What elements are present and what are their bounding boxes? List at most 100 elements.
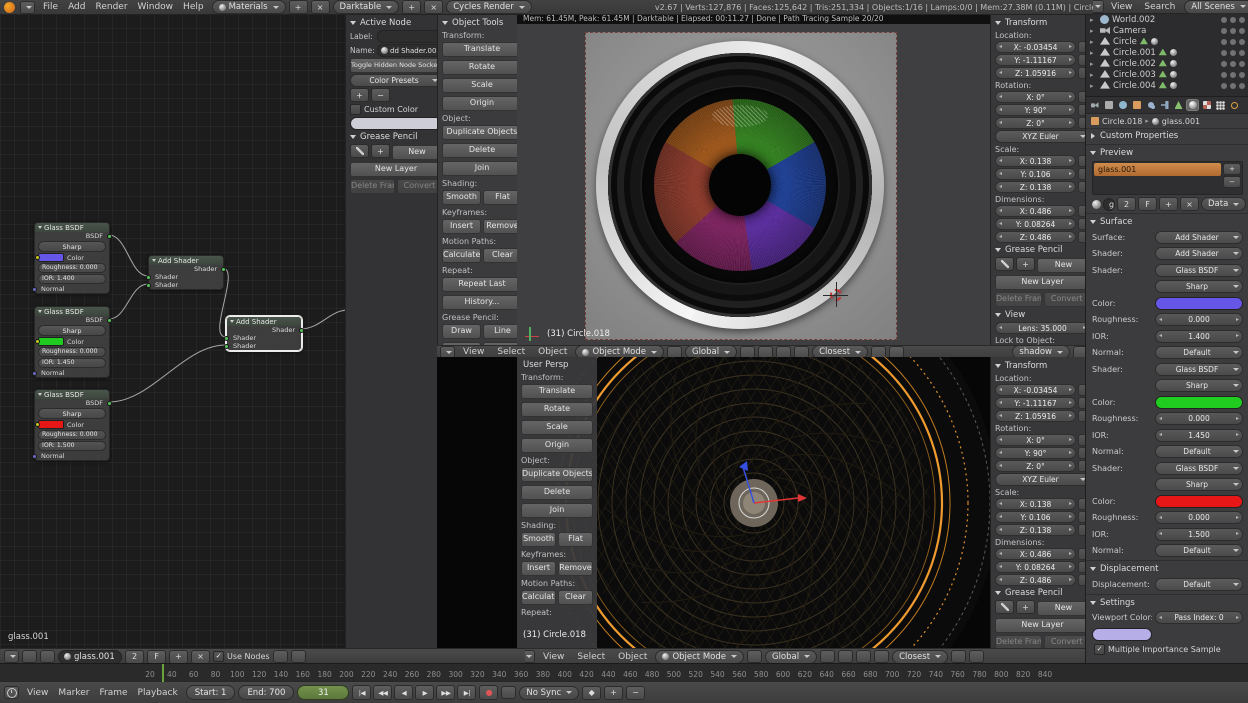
outliner-item-circle[interactable]: ▸Circle <box>1086 36 1248 47</box>
outliner-item-circle-004[interactable]: ▸Circle.004 <box>1086 80 1248 91</box>
transform-scale-z[interactable]: ◂Z: 0.138▸ <box>995 181 1076 193</box>
snap-target-dropdown[interactable]: Closest <box>892 650 948 664</box>
transform-dimensions-z[interactable]: ◂Z: 0.486▸ <box>995 231 1076 243</box>
timeline-ruler[interactable]: 2040608010012014016018020022024026028030… <box>0 663 1248 682</box>
selectability-toggle-icon[interactable] <box>1230 39 1236 45</box>
outliner-menu-view[interactable]: View <box>1106 2 1137 12</box>
transform-scale-x[interactable]: ◂X: 0.138▸ <box>995 155 1076 167</box>
timeline-menu-playback[interactable]: Playback <box>133 688 183 698</box>
node-editor-canvas[interactable]: Glass BSDFBSDFSharpColorRoughness: 0.000… <box>0 14 345 648</box>
pass-index-field[interactable]: ◂Pass Index: 0▸ <box>1155 611 1243 624</box>
timeline-menu-view[interactable]: View <box>22 688 53 698</box>
tool-insert[interactable]: Insert <box>521 561 556 576</box>
transform-scale-y[interactable]: ◂Y: 0.106▸ <box>995 168 1076 180</box>
opengl-render-anim-icon[interactable] <box>969 650 984 663</box>
active-node-panel-header[interactable]: Active Node <box>350 17 442 29</box>
color-swatch[interactable] <box>38 253 64 262</box>
prop-number-ior-18[interactable]: ◂1.500▸ <box>1155 528 1243 541</box>
tool-duplicate-objects[interactable]: Duplicate Objects <box>442 125 522 140</box>
visibility-toggle-icon[interactable] <box>1221 50 1227 56</box>
transform-dimensions-x[interactable]: ◂X: 0.486▸ <box>995 548 1076 560</box>
tool-calculate[interactable]: Calculate <box>442 248 481 263</box>
delete-keyframe-icon[interactable]: − <box>626 686 645 700</box>
toggle-hidden-sockets-button[interactable]: Toggle Hidden Node Sockets <box>350 58 442 73</box>
material-users-button[interactable]: 2 <box>1117 197 1136 211</box>
tool-flat[interactable]: Flat <box>558 532 593 547</box>
properties-tab-constraints[interactable] <box>1144 99 1157 111</box>
tool-remove[interactable]: Remove <box>558 561 593 576</box>
timeline-editor-icon[interactable] <box>4 686 19 699</box>
unlink-datablock-button[interactable]: × <box>191 650 210 664</box>
play-button[interactable]: ▶ <box>415 685 434 700</box>
output-socket[interactable] <box>107 401 112 406</box>
shader-input-socket[interactable] <box>146 283 151 288</box>
tool-scale[interactable]: Scale <box>521 420 593 435</box>
grease-add-button[interactable]: + <box>1016 257 1035 271</box>
output-socket[interactable] <box>299 328 304 333</box>
properties-tab-texture[interactable] <box>1200 99 1213 111</box>
prop-select-sharp-9[interactable]: Sharp <box>1155 379 1243 392</box>
tool-delete[interactable]: Delete <box>521 485 593 500</box>
grease-convert-button[interactable]: Convert <box>1044 292 1091 307</box>
unlink-material-button[interactable]: × <box>311 0 330 14</box>
outliner-menu-search[interactable]: Search <box>1139 2 1180 12</box>
transform-rotation-y[interactable]: ◂Y: 90°▸ <box>995 447 1076 459</box>
grease-new-button[interactable]: New <box>392 145 442 160</box>
timeline-menu-marker[interactable]: Marker <box>53 688 94 698</box>
node-label-field[interactable] <box>377 30 442 43</box>
transform-location-y[interactable]: ◂Y: -1.11167▸ <box>995 397 1076 409</box>
tool-origin[interactable]: Origin <box>521 438 593 453</box>
prop-number-ior-12[interactable]: ◂1.450▸ <box>1155 429 1243 442</box>
world-nodes-icon[interactable] <box>40 650 55 663</box>
current-frame-field[interactable]: 31 <box>297 685 349 700</box>
object-tools-panel-header[interactable]: Object Tools <box>442 17 522 29</box>
renderability-toggle-icon[interactable] <box>1239 83 1245 89</box>
outliner-item-world-002[interactable]: ▸World.002 <box>1086 14 1248 25</box>
delete-scene-button[interactable]: × <box>424 0 443 14</box>
node-glass-bsdf-0[interactable]: Glass BSDFBSDFSharpColorRoughness: 0.000… <box>34 222 110 294</box>
output-socket[interactable] <box>221 267 226 272</box>
selectability-toggle-icon[interactable] <box>1230 50 1236 56</box>
displacement-panel-header[interactable]: Displacement <box>1086 563 1248 575</box>
renderability-toggle-icon[interactable] <box>1239 17 1245 23</box>
transform-location-z[interactable]: ◂Z: 1.05916▸ <box>995 67 1076 79</box>
distribution-select[interactable]: Sharp <box>38 325 106 336</box>
viewport-menu-view[interactable]: View <box>538 652 569 662</box>
prop-select-shader-2[interactable]: Glass BSDF <box>1155 264 1243 277</box>
tool-repeat-last[interactable]: Repeat Last <box>442 277 522 292</box>
snap-magnet-icon[interactable] <box>273 650 288 663</box>
prop-number-roughness-17[interactable]: ◂0.000▸ <box>1155 511 1243 524</box>
snap-magnet-icon[interactable] <box>874 650 889 663</box>
insert-keyframe-icon[interactable]: + <box>604 686 623 700</box>
transform-location-x[interactable]: ◂X: -0.03454▸ <box>995 384 1076 396</box>
grease-delete-frame-button[interactable]: Delete Frame <box>350 179 395 194</box>
properties-tab-data[interactable] <box>1172 99 1185 111</box>
topbar-menu-add[interactable]: Add <box>63 2 90 12</box>
prop-color-swatch-16[interactable] <box>1155 495 1243 508</box>
renderability-toggle-icon[interactable] <box>1239 61 1245 67</box>
prop-number-roughness-5[interactable]: ◂0.000▸ <box>1155 313 1243 326</box>
prop-color-swatch-4[interactable] <box>1155 297 1243 310</box>
param-slider-roughness-0-000[interactable]: Roughness: 0.000 <box>38 347 106 357</box>
selectability-toggle-icon[interactable] <box>1230 72 1236 78</box>
output-socket[interactable] <box>107 318 112 323</box>
param-slider-ior-1-450[interactable]: IOR: 1.450 <box>38 358 106 368</box>
tool-origin[interactable]: Origin <box>442 96 522 111</box>
renderability-toggle-icon[interactable] <box>1239 50 1245 56</box>
transform-scale-z[interactable]: ◂Z: 0.138▸ <box>995 524 1076 536</box>
transform-panel-header[interactable]: Transform <box>995 360 1090 372</box>
view-panel-header[interactable]: View <box>995 309 1090 321</box>
frame-start-field[interactable]: Start: 1 <box>186 685 236 700</box>
shader-input-socket[interactable] <box>224 336 229 341</box>
tool-smooth[interactable]: Smooth <box>521 532 556 547</box>
transform-scale-x[interactable]: ◂X: 0.138▸ <box>995 498 1076 510</box>
grease-new-layer-button[interactable]: New Layer <box>995 618 1090 633</box>
grease-convert-button[interactable]: Convert <box>397 179 442 194</box>
tool-duplicate-objects[interactable]: Duplicate Objects <box>521 467 593 482</box>
node-glass-bsdf-2[interactable]: Glass BSDFBSDFSharpColorRoughness: 0.000… <box>34 306 110 378</box>
users-count-button[interactable]: 2 <box>125 650 144 664</box>
shader-input-socket[interactable] <box>146 275 151 280</box>
topbar-menu-help[interactable]: Help <box>178 2 209 12</box>
renderability-toggle-icon[interactable] <box>1239 72 1245 78</box>
visibility-toggle-icon[interactable] <box>1221 61 1227 67</box>
